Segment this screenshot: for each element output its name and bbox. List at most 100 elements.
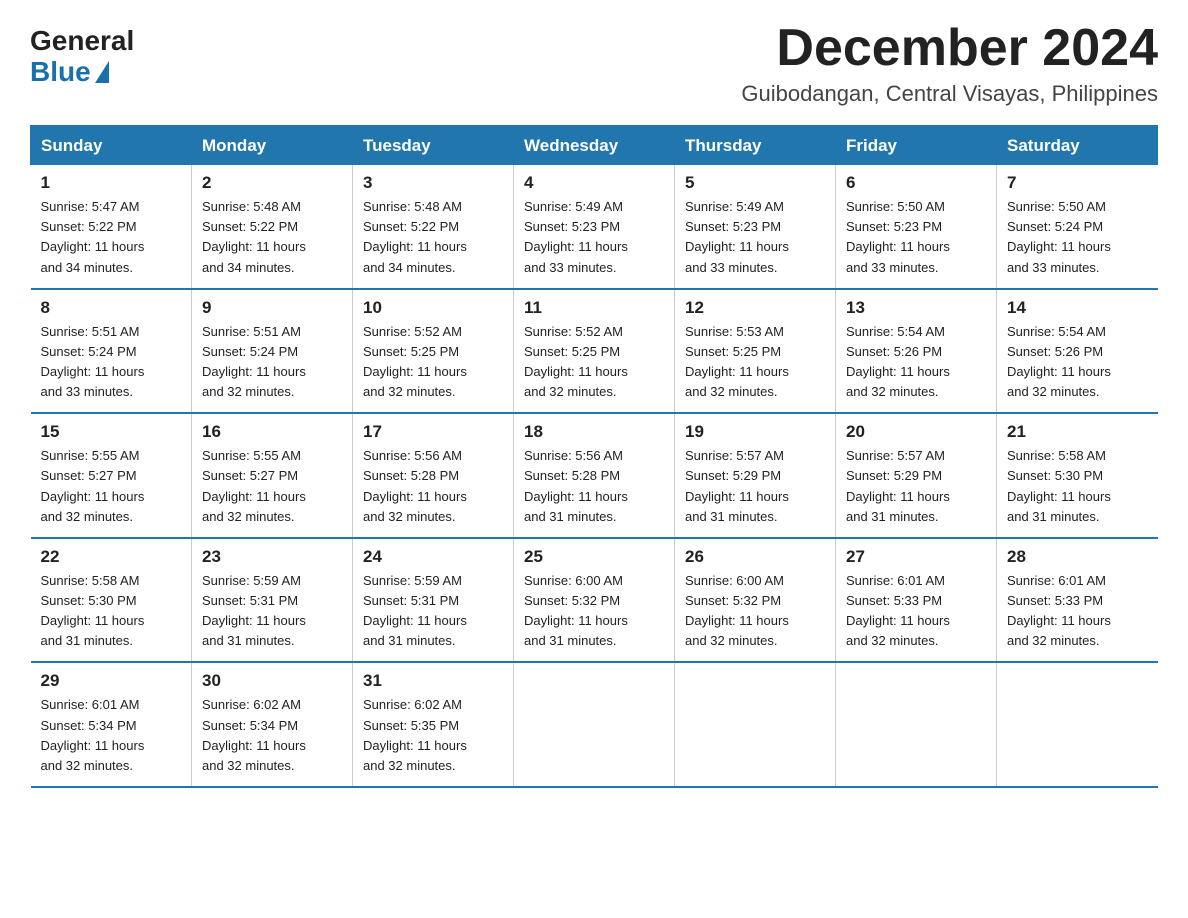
- day-number: 14: [1007, 298, 1148, 318]
- day-number: 11: [524, 298, 664, 318]
- day-number: 2: [202, 173, 342, 193]
- day-info: Sunrise: 5:56 AMSunset: 5:28 PMDaylight:…: [363, 446, 503, 527]
- calendar-cell: 14 Sunrise: 5:54 AMSunset: 5:26 PMDayligh…: [997, 289, 1158, 414]
- week-row-5: 29Sunrise: 6:01 AMSunset: 5:34 PMDayligh…: [31, 662, 1158, 787]
- day-info: Sunrise: 5:50 AMSunset: 5:23 PMDaylight:…: [846, 197, 986, 278]
- day-number: 29: [41, 671, 182, 691]
- day-number: 23: [202, 547, 342, 567]
- day-number: 19: [685, 422, 825, 442]
- calendar-cell: 29Sunrise: 6:01 AMSunset: 5:34 PMDayligh…: [31, 662, 192, 787]
- day-number: 1: [41, 173, 182, 193]
- calendar-cell: 16Sunrise: 5:55 AMSunset: 5:27 PMDayligh…: [192, 413, 353, 538]
- calendar-header: SundayMondayTuesdayWednesdayThursdayFrid…: [31, 126, 1158, 165]
- day-info: Sunrise: 6:01 AMSunset: 5:33 PMDaylight:…: [846, 571, 986, 652]
- day-number: 13: [846, 298, 986, 318]
- day-number: 28: [1007, 547, 1148, 567]
- calendar-cell: 19 Sunrise: 5:57 AMSunset: 5:29 PMDayligh…: [675, 413, 836, 538]
- calendar-cell: [514, 662, 675, 787]
- calendar-cell: 9 Sunrise: 5:51 AMSunset: 5:24 PMDaylight…: [192, 289, 353, 414]
- day-info: Sunrise: 6:02 AMSunset: 5:34 PMDaylight:…: [202, 695, 342, 776]
- day-number: 24: [363, 547, 503, 567]
- calendar-cell: 31Sunrise: 6:02 AMSunset: 5:35 PMDayligh…: [353, 662, 514, 787]
- day-number: 20: [846, 422, 986, 442]
- header-monday: Monday: [192, 126, 353, 165]
- day-info: Sunrise: 5:48 AMSunset: 5:22 PMDaylight:…: [363, 197, 503, 278]
- calendar-cell: 28 Sunrise: 6:01 AMSunset: 5:33 PMDayligh…: [997, 538, 1158, 663]
- calendar-cell: 6 Sunrise: 5:50 AMSunset: 5:23 PMDaylight…: [836, 165, 997, 289]
- day-number: 18: [524, 422, 664, 442]
- day-number: 15: [41, 422, 182, 442]
- day-number: 5: [685, 173, 825, 193]
- calendar-table: SundayMondayTuesdayWednesdayThursdayFrid…: [30, 125, 1158, 788]
- calendar-cell: 12Sunrise: 5:53 AMSunset: 5:25 PMDayligh…: [675, 289, 836, 414]
- logo: General Blue: [30, 26, 134, 88]
- day-info: Sunrise: 5:51 AMSunset: 5:24 PMDaylight:…: [41, 322, 182, 403]
- day-number: 3: [363, 173, 503, 193]
- day-number: 8: [41, 298, 182, 318]
- day-number: 4: [524, 173, 664, 193]
- header-friday: Friday: [836, 126, 997, 165]
- header-saturday: Saturday: [997, 126, 1158, 165]
- day-info: Sunrise: 5:58 AMSunset: 5:30 PMDaylight:…: [1007, 446, 1148, 527]
- day-info: Sunrise: 6:01 AMSunset: 5:33 PMDaylight:…: [1007, 571, 1148, 652]
- week-row-3: 15 Sunrise: 5:55 AMSunset: 5:27 PMDayligh…: [31, 413, 1158, 538]
- day-number: 22: [41, 547, 182, 567]
- location-title: Guibodangan, Central Visayas, Philippine…: [741, 81, 1158, 107]
- week-row-2: 8 Sunrise: 5:51 AMSunset: 5:24 PMDaylight…: [31, 289, 1158, 414]
- logo-blue-text: Blue: [30, 57, 109, 88]
- day-info: Sunrise: 5:57 AMSunset: 5:29 PMDaylight:…: [846, 446, 986, 527]
- day-info: Sunrise: 5:54 AMSunset: 5:26 PMDaylight:…: [846, 322, 986, 403]
- day-info: Sunrise: 5:59 AMSunset: 5:31 PMDaylight:…: [363, 571, 503, 652]
- day-info: Sunrise: 5:51 AMSunset: 5:24 PMDaylight:…: [202, 322, 342, 403]
- day-number: 10: [363, 298, 503, 318]
- logo-triangle-icon: [95, 61, 109, 83]
- calendar-cell: 5 Sunrise: 5:49 AMSunset: 5:23 PMDaylight…: [675, 165, 836, 289]
- day-number: 17: [363, 422, 503, 442]
- month-title: December 2024: [741, 20, 1158, 77]
- calendar-cell: 11Sunrise: 5:52 AMSunset: 5:25 PMDayligh…: [514, 289, 675, 414]
- calendar-cell: 1 Sunrise: 5:47 AMSunset: 5:22 PMDaylight…: [31, 165, 192, 289]
- title-area: December 2024 Guibodangan, Central Visay…: [741, 20, 1158, 107]
- header-thursday: Thursday: [675, 126, 836, 165]
- header-wednesday: Wednesday: [514, 126, 675, 165]
- day-number: 30: [202, 671, 342, 691]
- calendar-cell: [675, 662, 836, 787]
- header-row: SundayMondayTuesdayWednesdayThursdayFrid…: [31, 126, 1158, 165]
- day-number: 9: [202, 298, 342, 318]
- day-info: Sunrise: 5:52 AMSunset: 5:25 PMDaylight:…: [363, 322, 503, 403]
- day-info: Sunrise: 5:54 AMSunset: 5:26 PMDaylight:…: [1007, 322, 1148, 403]
- day-number: 25: [524, 547, 664, 567]
- calendar-cell: [836, 662, 997, 787]
- logo-general-text: General: [30, 26, 134, 57]
- calendar-cell: 30 Sunrise: 6:02 AMSunset: 5:34 PMDayligh…: [192, 662, 353, 787]
- header-tuesday: Tuesday: [353, 126, 514, 165]
- calendar-cell: 25Sunrise: 6:00 AMSunset: 5:32 PMDayligh…: [514, 538, 675, 663]
- calendar-cell: 21Sunrise: 5:58 AMSunset: 5:30 PMDayligh…: [997, 413, 1158, 538]
- day-info: Sunrise: 5:48 AMSunset: 5:22 PMDaylight:…: [202, 197, 342, 278]
- calendar-body: 1 Sunrise: 5:47 AMSunset: 5:22 PMDaylight…: [31, 165, 1158, 787]
- day-info: Sunrise: 5:55 AMSunset: 5:27 PMDaylight:…: [202, 446, 342, 527]
- calendar-cell: 27 Sunrise: 6:01 AMSunset: 5:33 PMDayligh…: [836, 538, 997, 663]
- calendar-cell: 24 Sunrise: 5:59 AMSunset: 5:31 PMDayligh…: [353, 538, 514, 663]
- day-number: 27: [846, 547, 986, 567]
- day-info: Sunrise: 5:59 AMSunset: 5:31 PMDaylight:…: [202, 571, 342, 652]
- calendar-cell: 23 Sunrise: 5:59 AMSunset: 5:31 PMDayligh…: [192, 538, 353, 663]
- day-info: Sunrise: 5:50 AMSunset: 5:24 PMDaylight:…: [1007, 197, 1148, 278]
- day-info: Sunrise: 5:47 AMSunset: 5:22 PMDaylight:…: [41, 197, 182, 278]
- day-info: Sunrise: 5:57 AMSunset: 5:29 PMDaylight:…: [685, 446, 825, 527]
- calendar-cell: 17 Sunrise: 5:56 AMSunset: 5:28 PMDayligh…: [353, 413, 514, 538]
- calendar-cell: 4Sunrise: 5:49 AMSunset: 5:23 PMDaylight…: [514, 165, 675, 289]
- day-info: Sunrise: 5:55 AMSunset: 5:27 PMDaylight:…: [41, 446, 182, 527]
- day-number: 6: [846, 173, 986, 193]
- calendar-cell: 26 Sunrise: 6:00 AMSunset: 5:32 PMDayligh…: [675, 538, 836, 663]
- day-info: Sunrise: 6:00 AMSunset: 5:32 PMDaylight:…: [685, 571, 825, 652]
- calendar-cell: 13 Sunrise: 5:54 AMSunset: 5:26 PMDayligh…: [836, 289, 997, 414]
- day-number: 26: [685, 547, 825, 567]
- page-header: General Blue December 2024 Guibodangan, …: [30, 20, 1158, 107]
- day-info: Sunrise: 5:49 AMSunset: 5:23 PMDaylight:…: [685, 197, 825, 278]
- calendar-cell: [997, 662, 1158, 787]
- week-row-1: 1 Sunrise: 5:47 AMSunset: 5:22 PMDaylight…: [31, 165, 1158, 289]
- header-sunday: Sunday: [31, 126, 192, 165]
- day-info: Sunrise: 5:53 AMSunset: 5:25 PMDaylight:…: [685, 322, 825, 403]
- calendar-cell: 15 Sunrise: 5:55 AMSunset: 5:27 PMDayligh…: [31, 413, 192, 538]
